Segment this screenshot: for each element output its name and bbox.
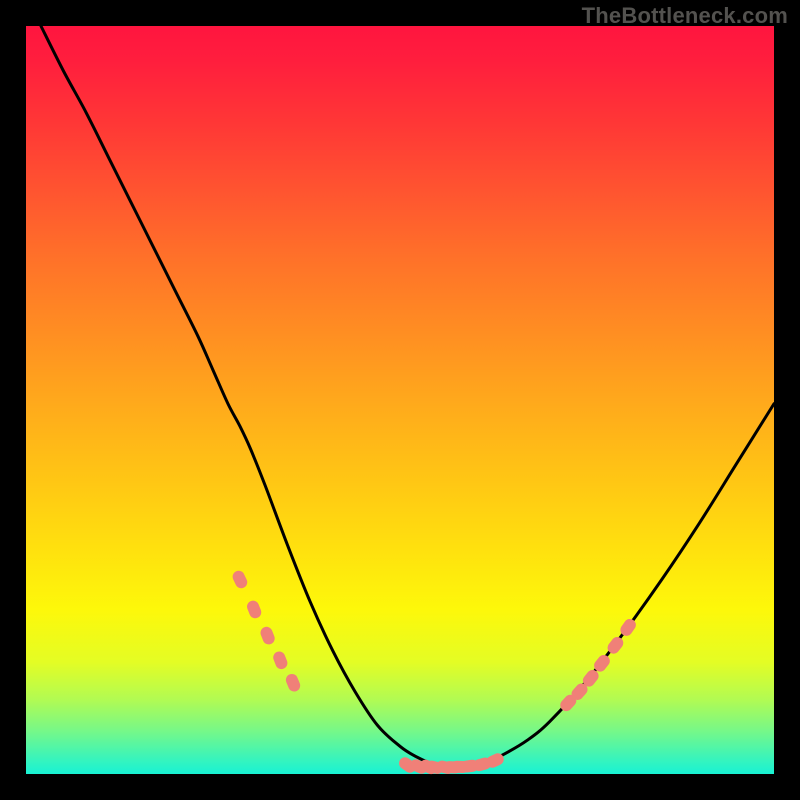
- data-marker: [271, 650, 289, 671]
- chart-stage: TheBottleneck.com: [0, 0, 800, 800]
- bottleneck-curve: [41, 26, 774, 767]
- data-marker: [259, 625, 277, 646]
- watermark-label: TheBottleneck.com: [582, 3, 788, 29]
- data-marker: [284, 672, 302, 693]
- right-cluster: [558, 617, 638, 714]
- curve-canvas: [26, 26, 774, 774]
- data-marker: [245, 599, 263, 620]
- data-marker: [231, 569, 250, 590]
- plot-area: [26, 26, 774, 774]
- left-tick-cluster: [231, 569, 302, 694]
